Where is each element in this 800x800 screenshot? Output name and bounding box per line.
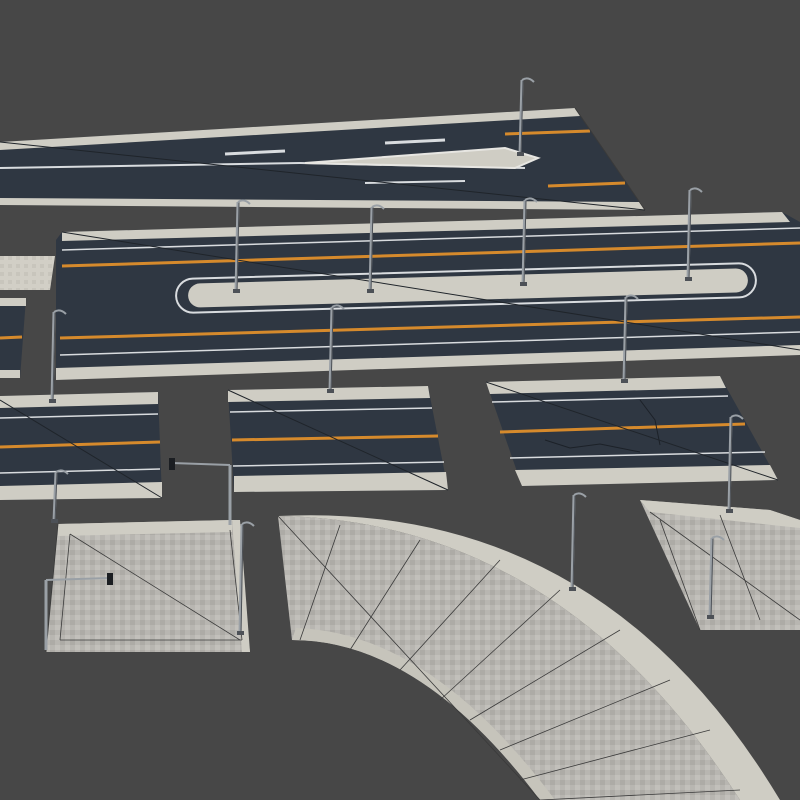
road-tile-right-cracked[interactable] <box>485 376 779 486</box>
3d-viewport[interactable] <box>0 0 800 800</box>
concrete-tile-small[interactable] <box>0 256 55 290</box>
scene-canvas <box>0 77 800 800</box>
road-tile-center[interactable] <box>227 386 449 492</box>
road-tile-stub-left[interactable] <box>0 298 26 378</box>
traffic-light[interactable] <box>169 458 232 525</box>
road-tile-merge-island[interactable] <box>0 107 646 211</box>
sidewalk-tile-right[interactable] <box>640 500 800 631</box>
sidewalk-tile-corner[interactable] <box>45 520 250 653</box>
road-tile-small-left[interactable] <box>0 392 163 500</box>
street-lamp[interactable] <box>569 492 587 591</box>
